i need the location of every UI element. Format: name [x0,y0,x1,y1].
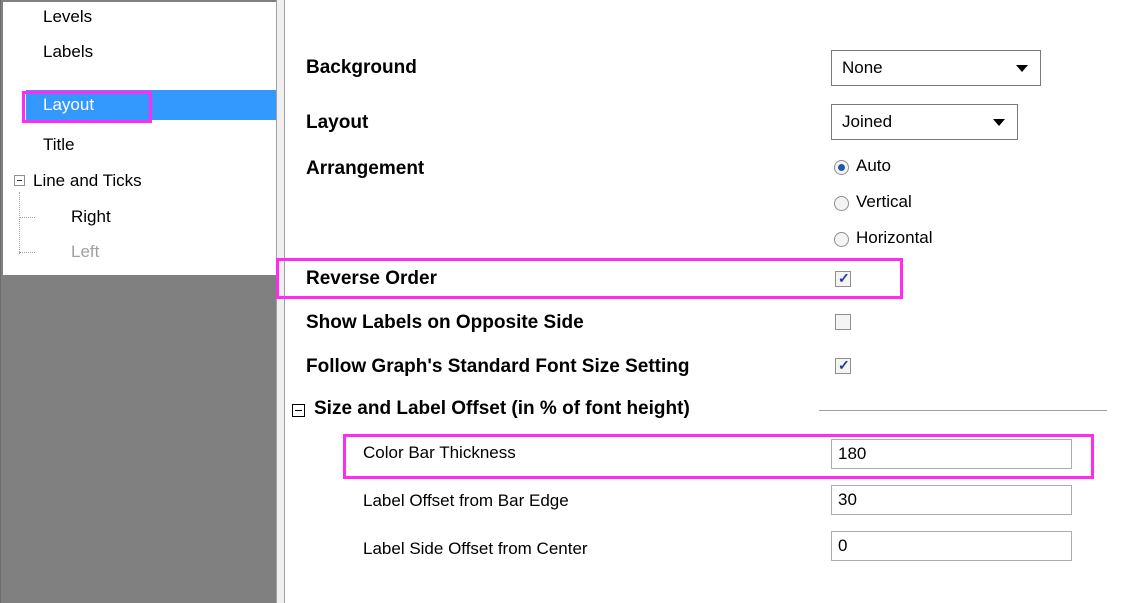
tree-list: Levels Labels Layout Title Line and Tick… [3,2,277,275]
tree-item-labels[interactable]: Labels [43,37,93,67]
section-divider [819,410,1107,411]
dropdown-arrow-icon [1016,65,1028,72]
background-label: Background [306,57,417,78]
tree-item-title[interactable]: Title [43,130,75,160]
section-title: Size and Label Offset (in % of font heig… [314,398,690,419]
dropdown-arrow-icon [993,119,1005,126]
radio-vertical-label: Vertical [856,192,912,211]
show-labels-opposite-label: Show Labels on Opposite Side [306,312,584,333]
tree-item-levels[interactable]: Levels [43,2,92,32]
reverse-order-label: Reverse Order [306,268,437,289]
radio-vertical[interactable] [834,196,849,211]
label-offset-bar-edge-label: Label Offset from Bar Edge [363,491,569,510]
highlight-box [22,91,152,123]
settings-panel: Background None Layout Joined Arrangemen… [276,0,1122,603]
reverse-order-checkbox[interactable]: ✓ [835,270,851,287]
section-collapse-icon[interactable] [292,404,305,417]
layout-label: Layout [306,112,369,133]
arrangement-label: Arrangement [306,158,425,179]
panel-splitter[interactable] [276,0,285,603]
tree-connector [19,192,20,254]
color-bar-thickness-label: Color Bar Thickness [363,443,516,462]
background-value: None [842,58,883,77]
label-side-offset-center-label: Label Side Offset from Center [363,539,588,558]
tree-connector [19,252,35,253]
label-offset-bar-edge-input[interactable]: 30 [831,485,1072,515]
show-labels-opposite-checkbox[interactable] [835,314,851,330]
tree-item-left: Left [71,242,100,261]
follow-font-size-checkbox[interactable]: ✓ [835,357,851,374]
check-icon: ✓ [838,357,850,373]
radio-auto[interactable] [834,160,849,175]
layout-dropdown[interactable]: Joined [831,104,1018,140]
radio-horizontal-label: Horizontal [856,228,933,247]
background-dropdown[interactable]: None [831,50,1041,86]
collapse-icon[interactable] [14,175,25,186]
label-side-offset-center-input[interactable]: 0 [831,531,1072,561]
radio-auto-label: Auto [856,156,891,175]
tree-panel: Levels Labels Layout Title Line and Tick… [0,0,277,603]
color-bar-thickness-input[interactable]: 180 [831,439,1072,469]
check-icon: ✓ [838,270,850,286]
tree-item-line-and-ticks[interactable]: Line and Ticks [33,166,142,196]
layout-value: Joined [842,112,893,131]
tree-item-right[interactable]: Right [71,202,111,232]
follow-font-size-label: Follow Graph's Standard Font Size Settin… [306,356,690,377]
tree-connector [19,217,35,218]
radio-horizontal[interactable] [834,232,849,247]
